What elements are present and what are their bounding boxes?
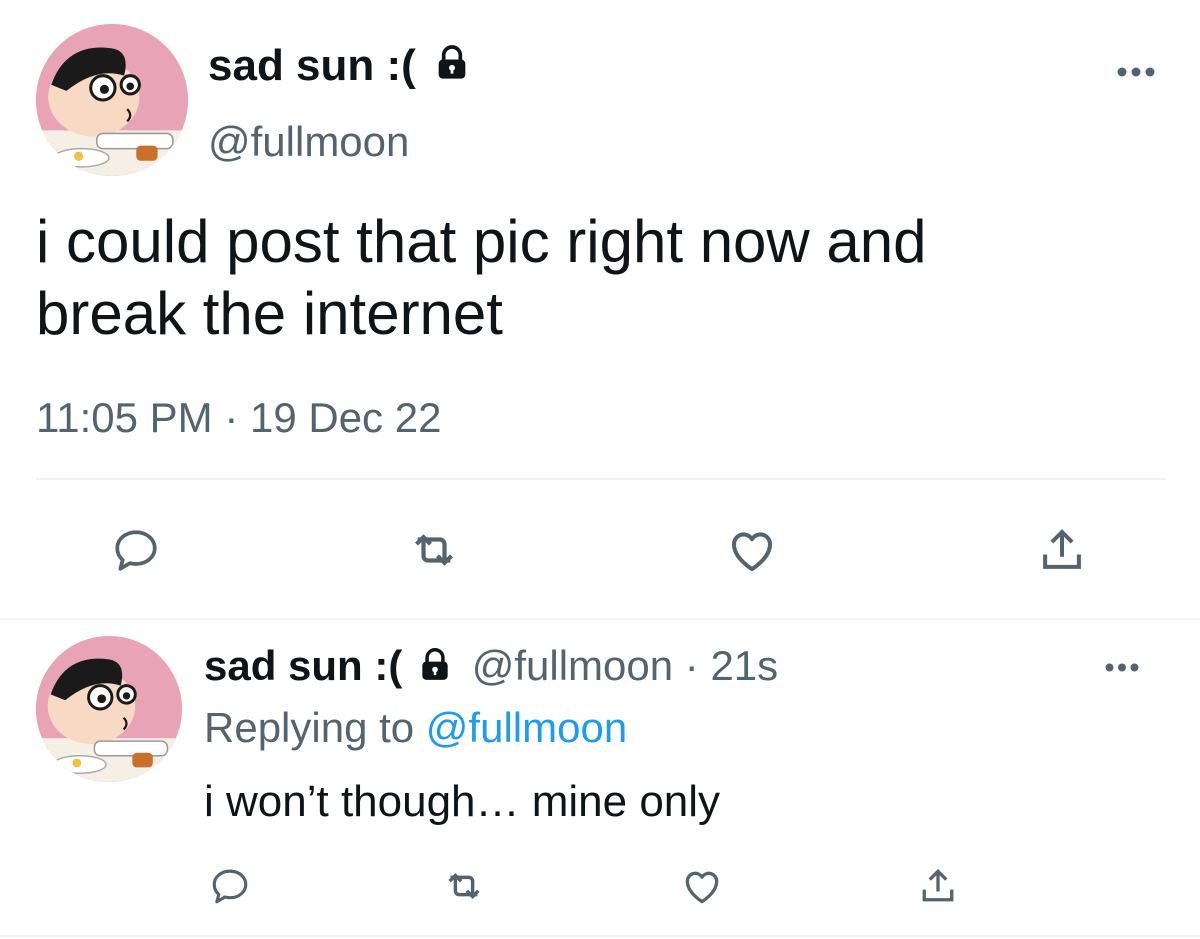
tweet-text: i could post that pic right now and brea… [36,208,927,347]
retweet-icon [415,534,453,566]
share-icon [1043,529,1081,569]
retweet-icon [448,873,480,899]
share-button[interactable] [912,860,964,912]
like-button[interactable] [720,518,784,582]
share-icon [922,868,954,902]
display-name[interactable]: sad sun :( [208,40,472,94]
lock-icon [432,42,472,94]
reply-button[interactable] [204,860,256,912]
reply-icon [212,869,248,904]
tweet-text: i won’t though… mine only [204,777,721,826]
avatar-cartoon-image [36,636,182,782]
reply-button[interactable] [104,518,168,582]
reply-icon [115,530,157,571]
divider [36,478,1166,480]
lock-icon [416,643,454,695]
replying-to: Replying to @fullmoon [204,702,627,754]
avatar[interactable] [36,24,188,176]
more-icon[interactable] [1112,60,1160,84]
handle[interactable]: @fullmoon [472,642,673,689]
replying-handle-link[interactable]: @fullmoon [426,704,627,751]
replying-prefix: Replying to [204,704,415,751]
timestamp[interactable]: 11:05 PM · 19 Dec 22 [36,392,441,444]
divider [0,935,1200,937]
handle[interactable]: @fullmoon [208,116,409,168]
retweet-button[interactable] [402,518,466,582]
reply-header: sad sun :( @fullmoon · 21s [204,640,778,695]
more-icon[interactable] [1100,656,1144,678]
tweet-age[interactable]: 21s [710,642,778,689]
avatar-cartoon-image [36,24,188,176]
divider [0,618,1200,620]
like-icon [685,871,719,904]
like-icon [731,532,773,572]
avatar[interactable] [36,636,182,782]
separator: · [684,642,699,689]
share-button[interactable] [1030,518,1094,582]
retweet-button[interactable] [438,860,490,912]
display-name[interactable]: sad sun :( [204,642,402,689]
like-button[interactable] [676,860,728,912]
